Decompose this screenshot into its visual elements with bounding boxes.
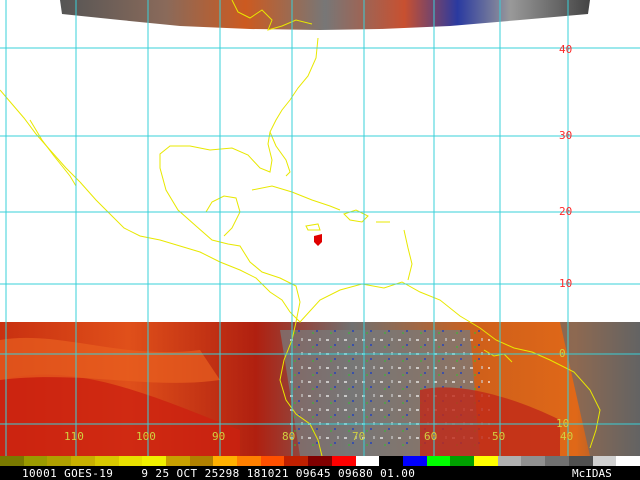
colorbar-swatch — [213, 456, 238, 466]
colorbar-swatch — [497, 456, 522, 466]
lat-label-30: 30 — [559, 129, 573, 142]
mcidas-signature: McIDAS — [572, 467, 612, 480]
lat-label-40: 40 — [559, 43, 573, 56]
colorbar-swatch — [616, 456, 640, 466]
lat-label-0: 0 — [559, 347, 566, 360]
colorbar-swatch — [47, 456, 72, 466]
colorbar-swatch — [474, 456, 498, 466]
colorbar-swatch — [308, 456, 332, 466]
colorbar-swatch — [71, 456, 95, 466]
lon-label-90: 90 — [212, 430, 226, 443]
colorbar-swatch — [379, 456, 403, 466]
lon-label-80: 80 — [282, 430, 296, 443]
colorbar-swatch — [450, 456, 475, 466]
colorbar-swatch — [165, 456, 190, 466]
colorbar-swatch — [402, 456, 427, 466]
colorbar-swatch — [331, 456, 356, 466]
colorbar-swatch — [568, 456, 593, 466]
image-metadata-text: 10001 GOES-19 9 25 OCT 25298 181021 0964… — [22, 467, 416, 480]
lon-label-50: 50 — [492, 430, 506, 443]
lat-label-10-south: 10 — [556, 417, 570, 430]
lon-label-100: 100 — [136, 430, 156, 443]
colorbar-swatch — [142, 456, 166, 466]
color-enhancement-bar — [0, 456, 640, 466]
colorbar-swatch — [118, 456, 143, 466]
colorbar-swatch — [237, 456, 261, 466]
colorbar-swatch — [355, 456, 380, 466]
lon-label-60: 60 — [424, 430, 438, 443]
colorbar-swatch — [592, 456, 617, 466]
colorbar-swatch — [94, 456, 119, 466]
colorbar-swatch — [545, 456, 569, 466]
colorbar-swatch — [23, 456, 48, 466]
colorbar-swatch — [189, 456, 214, 466]
colorbar-swatch — [284, 456, 309, 466]
colorbar-swatch — [426, 456, 451, 466]
colorbar-swatch — [521, 456, 546, 466]
lon-label-110: 110 — [64, 430, 84, 443]
colorbar-swatch — [260, 456, 285, 466]
lat-label-20: 20 — [559, 205, 573, 218]
lon-label-70: 70 — [352, 430, 366, 443]
lat-label-10: 10 — [559, 277, 573, 290]
satellite-water-vapor-map — [0, 0, 640, 480]
lon-label-40: 40 — [560, 430, 574, 443]
colorbar-swatch — [0, 456, 24, 466]
